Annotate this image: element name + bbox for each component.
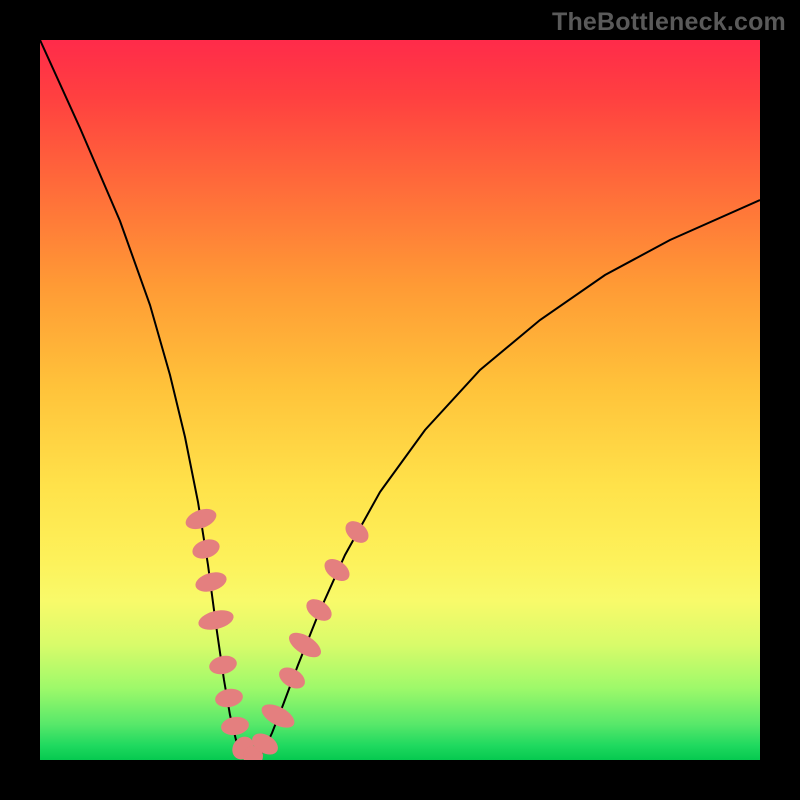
- right-branch-markers: [243, 517, 373, 760]
- curve-marker: [302, 595, 335, 626]
- curve-marker: [220, 715, 250, 737]
- curve-marker: [214, 687, 245, 710]
- curve-marker: [196, 607, 235, 633]
- watermark-text: TheBottleneck.com: [552, 8, 786, 37]
- curve-marker: [183, 505, 219, 533]
- curve-marker: [285, 628, 325, 662]
- chart-overlay: [40, 40, 760, 760]
- curve-marker: [341, 517, 372, 548]
- chart-frame: TheBottleneck.com: [0, 0, 800, 800]
- left-branch-markers: [183, 505, 258, 760]
- curve-marker: [190, 536, 222, 562]
- curve-marker: [193, 569, 229, 595]
- bottleneck-curve: [40, 40, 760, 760]
- curve-marker: [207, 653, 238, 676]
- curve-marker: [275, 663, 308, 693]
- curve-marker: [320, 554, 353, 585]
- curve-marker: [258, 700, 298, 733]
